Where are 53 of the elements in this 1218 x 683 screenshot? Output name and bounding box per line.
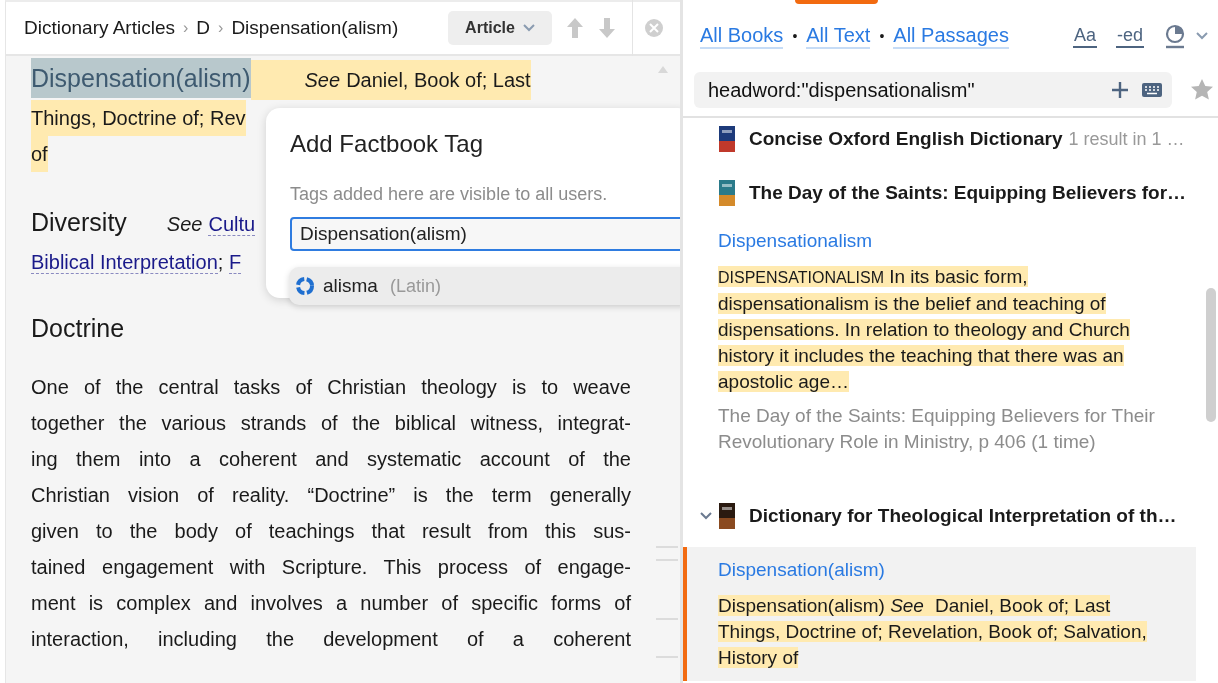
book-title[interactable]: Dictionary for Theological Interpretation of th…: [749, 505, 1177, 527]
separator-dot: •: [879, 28, 885, 44]
keyboard-icon[interactable]: [1142, 83, 1162, 97]
hit-headword[interactable]: Dispensationalism: [718, 230, 1168, 252]
entry-text: of: [31, 136, 48, 172]
suggestion-item[interactable]: alisma (Latin): [289, 267, 680, 305]
scrollbar-thumb[interactable]: [1206, 288, 1216, 422]
entry-headword: Diversity: [31, 207, 127, 238]
chevron-down-icon[interactable]: [1196, 32, 1208, 40]
chevron-down-icon[interactable]: [700, 512, 712, 520]
hit-source: The Day of the Saints: Equipping Believers for Their Revolutionary Role in Ministry, p 406 (1 time): [718, 404, 1156, 454]
breadcrumb-item[interactable]: Dispensation(alism): [231, 17, 399, 39]
cross-reference-link[interactable]: F: [228, 251, 242, 274]
tag-input-field[interactable]: Dispensation(alism): [290, 217, 680, 251]
search-field[interactable]: headword:"dispensationalism": [694, 72, 1172, 108]
timer-icon[interactable]: [1163, 23, 1187, 49]
hit-snippet: Dispensation(alism) See Daniel, Book of; Last Things, Doctrine of; Revelation, Book of; Salvation, History of: [718, 594, 1148, 670]
chevron-down-icon: [522, 24, 535, 32]
close-icon[interactable]: [644, 18, 664, 38]
entry-text: See Daniel, Book of; Last: [250, 60, 531, 100]
star-icon[interactable]: [1190, 78, 1214, 102]
section-heading: Doctrine: [31, 314, 126, 343]
breadcrumb-item[interactable]: Dictionary Articles: [24, 17, 175, 39]
view-dropdown[interactable]: Article: [448, 11, 552, 45]
cross-reference-link[interactable]: Cultu: [208, 213, 256, 236]
plus-icon[interactable]: [1110, 80, 1130, 100]
entry-text: See Cultu: [165, 212, 256, 238]
format-button[interactable]: Aa: [1072, 24, 1097, 48]
entry-headword: Dispensation(alism): [31, 58, 251, 98]
breadcrumb-separator: ›: [218, 19, 224, 37]
ring-icon: [295, 276, 315, 296]
scope-link[interactable]: All Text: [806, 23, 871, 49]
separator-dot: •: [792, 28, 798, 44]
entry-text: Things, Doctrine of; Rev: [31, 100, 246, 136]
arrow-down-icon[interactable]: [598, 17, 616, 39]
dialog-hint: Tags added here are visible to all users.: [290, 184, 609, 205]
hit-snippet: DISPENSATIONALISM In its basic form, dispensationalism is the belief and teaching of dispensations. In relation to theology and Church history it includes the teaching that there was an apostolic age…: [718, 265, 1131, 394]
arrow-up-icon[interactable]: [566, 17, 584, 39]
hit-headword[interactable]: Dispensation(alism): [718, 559, 1168, 581]
cross-reference-link[interactable]: Biblical Interpretation: [31, 251, 218, 274]
book-title[interactable]: The Day of the Saints: Equipping Believers for…: [749, 182, 1187, 204]
search-hit[interactable]: Dispensation(alism) Dispensation(alism) See Daniel, Book of; Last Things, Doctrine of; Revelation, Book of; Salvation, History of: [683, 547, 1196, 681]
book-title[interactable]: Concise Oxford English Dictionary: [749, 128, 1063, 150]
dialog-title: Add Factbook Tag: [290, 130, 485, 158]
format-button[interactable]: -ed: [1116, 24, 1144, 48]
entry-text: Biblical Interpretation; F: [31, 250, 242, 276]
breadcrumb-item[interactable]: D: [196, 17, 211, 39]
result-count: 1 result in 1 …: [1068, 128, 1185, 150]
search-input-field[interactable]: headword:"dispensationalism": [706, 77, 1098, 103]
article-paragraph: One of the central tasks of Christian theology is to weave together the various strands of the biblical witness, integrat- ing them into a coherent and systematic account of the Christian vision of reality. “Doctrine” is the term generally given to the body of teachings that result from this sus- tained engagement with Scripture. This process of engage- ment is complex and involves a number of specific forms of interaction, including the development of a coherent: [31, 375, 631, 652]
scope-link[interactable]: All Passages: [893, 23, 1009, 49]
scope-link[interactable]: All Books: [700, 23, 784, 49]
breadcrumb-separator: ›: [183, 19, 189, 37]
